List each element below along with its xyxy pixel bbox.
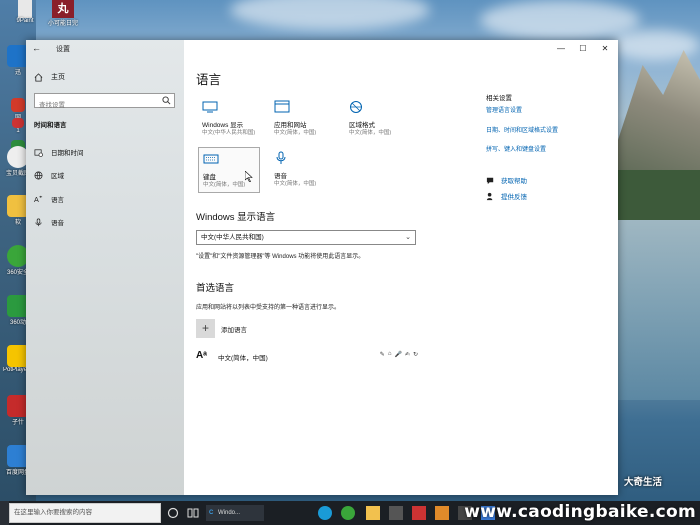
settings-sidebar: ← 设置 主页 时间和语言 日期和时间 区域 A 语言 语音 <box>26 40 184 495</box>
app-icon: 丸 <box>52 0 74 18</box>
display-language-note: "设置"和"文件资源管理器"等 Windows 功能将使用此语言显示。 <box>196 254 365 260</box>
tile-windows-display[interactable]: Windows 显示 中文(中华人民共和国) <box>198 96 260 142</box>
window-icon <box>274 100 290 113</box>
sidebar-item-language[interactable]: A 语言 <box>34 194 64 204</box>
sidebar-item-label: 日期和时间 <box>51 150 84 157</box>
sidebar-home[interactable]: 主页 <box>34 72 65 82</box>
display-language-value: 中文(中华人民共和国) <box>201 234 264 241</box>
related-settings: 相关设置 <box>486 92 616 102</box>
sidebar-item-label: 语音 <box>51 220 64 227</box>
language-icon: Aᵃ <box>196 350 207 361</box>
plus-icon: + <box>196 319 215 338</box>
desktop-icon-app[interactable]: 丸 小可能日完 <box>46 0 80 27</box>
add-language-button[interactable]: + 添加语言 <box>196 319 247 338</box>
microphone-icon: 🎤 <box>394 352 402 358</box>
tile-apps-websites[interactable]: 应用和网站 中文(简体，中国) <box>270 96 332 142</box>
app-icon <box>11 98 25 112</box>
feedback-icon <box>486 192 493 200</box>
preferred-languages-heading: 首选语言 <box>196 283 235 294</box>
handwriting-icon: ✍ <box>404 352 410 358</box>
sidebar-item-speech[interactable]: 语音 <box>34 217 64 227</box>
get-help-link[interactable]: 获取帮助 <box>486 175 527 185</box>
sidebar-item-label: 语言 <box>51 197 64 204</box>
pen-icon: ✎ <box>379 352 385 358</box>
window-title: 设置 <box>56 46 70 53</box>
get-help-label: 获取帮助 <box>501 178 527 185</box>
language-feature-icons: ✎ ⌂ 🎤 ✍ ↻ <box>380 351 418 358</box>
tile-subtitle: 中文(简体，中国) <box>274 181 317 187</box>
sidebar-item-region[interactable]: 区域 <box>34 170 64 180</box>
language-icon: A <box>34 195 43 204</box>
page-title: 语言 <box>196 73 222 87</box>
minimize-button[interactable]: — <box>550 42 572 56</box>
related-settings-heading: 相关设置 <box>486 95 512 102</box>
keyboard-icon <box>203 154 219 164</box>
speech-recognition-icon: ↻ <box>412 352 418 358</box>
sidebar-home-label: 主页 <box>51 74 65 81</box>
tile-subtitle: 中文(简体，中国) <box>203 182 246 188</box>
link-date-time-region-settings[interactable]: 日期、时间和区域格式设置 <box>486 125 558 134</box>
display-language-dropdown[interactable]: 中文(中华人民共和国) ⌄ <box>196 230 416 245</box>
mouse-cursor-icon <box>245 171 253 182</box>
sidebar-item-date-time[interactable]: 日期和时间 <box>34 147 84 157</box>
tile-subtitle: 中文(简体，中国) <box>274 130 317 136</box>
preferred-languages-note: 应用和网站将以列表中受支持的第一种语言进行显示。 <box>196 305 341 311</box>
taskbar-search[interactable]: 在这里输入你要搜索的内容 <box>9 503 161 523</box>
search-icon[interactable] <box>162 96 171 105</box>
tile-speech[interactable]: 语音 中文(简体，中国) <box>270 147 332 193</box>
tile-keyboard[interactable]: 键盘 中文(简体，中国) <box>198 147 260 193</box>
microphone-icon <box>35 218 42 226</box>
taskbar-icon-360[interactable] <box>341 506 355 520</box>
taskbar-app-label: Windo... <box>218 510 241 516</box>
settings-search[interactable] <box>34 93 175 112</box>
task-view-icon[interactable] <box>186 506 200 520</box>
taskbar-app-edge[interactable]: C Windo... <box>206 505 264 521</box>
tile-regional-format[interactable]: 区域格式 中文(简体，中国) <box>345 96 407 142</box>
settings-window: ← 设置 主页 时间和语言 日期和时间 区域 A 语言 语音 — ☐ <box>26 40 618 495</box>
cortana-icon[interactable] <box>166 506 180 520</box>
globe-icon <box>350 101 362 113</box>
add-language-label: 添加语言 <box>221 326 247 334</box>
tile-subtitle: 中文(简体，中国) <box>349 130 392 136</box>
chevron-down-icon: ⌄ <box>405 234 411 241</box>
chat-help-icon <box>486 177 494 184</box>
back-button[interactable]: ← <box>32 43 41 53</box>
brand-text: 大奇生活 <box>623 477 662 488</box>
link-spelling-typing-keyboard-settings[interactable]: 拼写、键入和键盘设置 <box>486 144 546 153</box>
taskbar-icon-app[interactable] <box>412 506 426 520</box>
home-icon <box>34 72 43 82</box>
edge-icon: C <box>209 510 214 516</box>
taskbar-search-placeholder: 在这里输入你要搜索的内容 <box>14 509 92 516</box>
desktop-icon-9paint[interactable]: 9Paint <box>8 0 42 24</box>
maximize-button[interactable]: ☐ <box>572 42 594 56</box>
settings-search-input[interactable] <box>35 99 155 112</box>
watermark-text: www.caodingbaike.com <box>464 502 696 522</box>
monitor-icon <box>202 101 218 113</box>
taskbar-icon-edge[interactable] <box>318 506 332 520</box>
language-name: 中文(简体，中国) <box>218 355 268 362</box>
calendar-clock-icon <box>34 148 43 157</box>
app-icon <box>12 118 24 128</box>
globe-icon <box>34 171 43 180</box>
close-button[interactable]: ✕ <box>594 42 616 56</box>
sidebar-section-label: 时间和语言 <box>34 122 67 129</box>
sidebar-item-label: 区域 <box>51 173 64 180</box>
taskbar-icon-folder[interactable] <box>366 506 380 520</box>
display-icon: ⌂ <box>387 351 392 357</box>
microphone-icon <box>276 151 286 164</box>
language-list-item[interactable]: Aᵃ 中文(简体，中国) ✎ ⌂ 🎤 ✍ ↻ <box>196 350 418 366</box>
svg-text:A: A <box>34 195 39 204</box>
give-feedback-link[interactable]: 提供反馈 <box>486 191 527 201</box>
start-button[interactable] <box>0 501 9 525</box>
file-icon <box>18 0 32 18</box>
settings-content: — ☐ ✕ 语言 Windows 显示 中文(中华人民共和国) 应用和网站 中文… <box>184 40 618 495</box>
tile-subtitle: 中文(中华人民共和国) <box>202 130 256 136</box>
taskbar-icon-store[interactable] <box>389 506 403 520</box>
link-manage-language-settings[interactable]: 管理语言设置 <box>486 105 522 114</box>
give-feedback-label: 提供反馈 <box>501 194 527 201</box>
display-language-heading: Windows 显示语言 <box>196 212 276 223</box>
taskbar-icon-app[interactable] <box>435 506 449 520</box>
